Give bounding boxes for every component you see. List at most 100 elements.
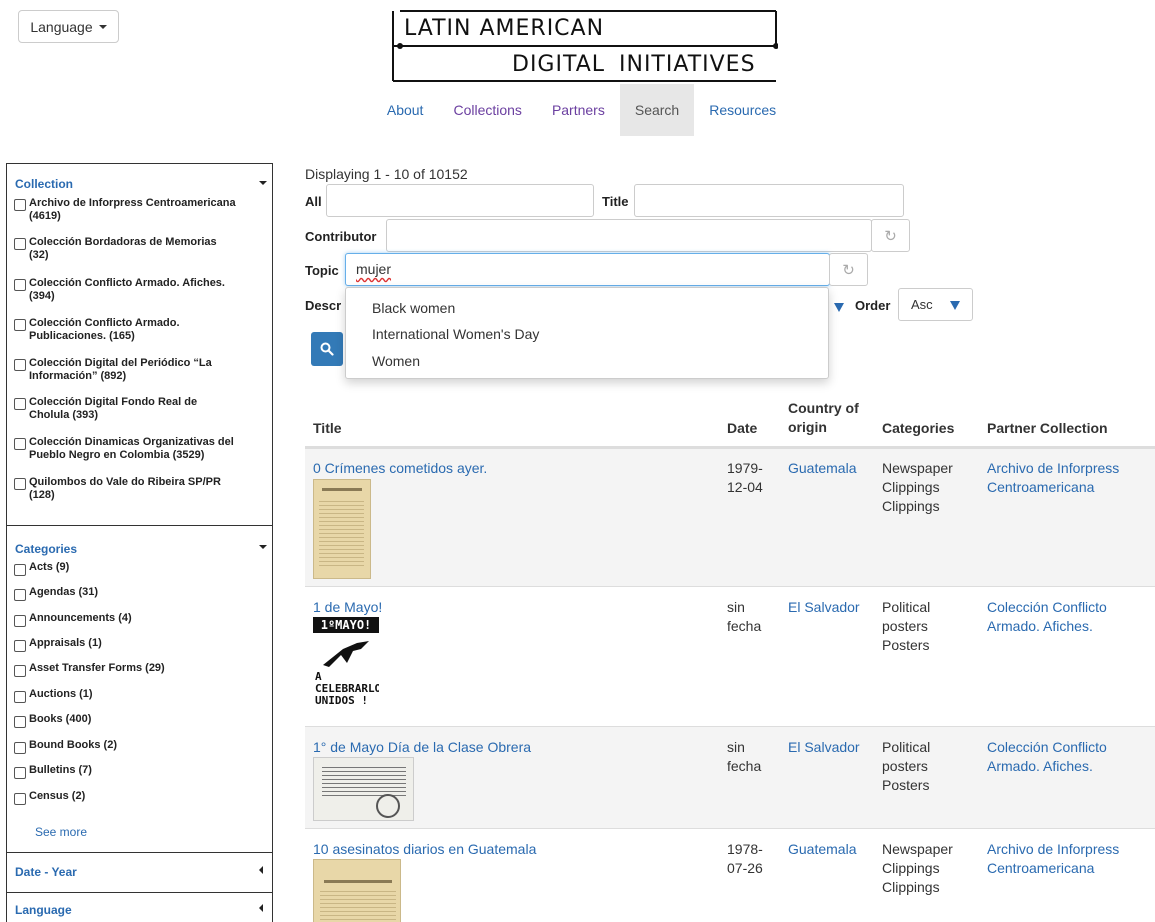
facet-item[interactable]: Acts (9) [14, 561, 264, 576]
facet-item[interactable]: Colección Conflicto Armado. Publicaciones… [14, 317, 264, 343]
checkbox[interactable] [14, 716, 26, 728]
checkbox[interactable] [14, 615, 26, 627]
checkbox[interactable] [14, 793, 26, 805]
order-select[interactable]: Asc [898, 288, 973, 321]
result-categories: Newspaper Clippings Clippings [882, 460, 953, 514]
date-year-facet-title[interactable]: Date - Year [15, 865, 77, 879]
topic-input[interactable]: mujer [345, 253, 830, 286]
table-row: 1° de Mayo Día de la Clase Obrera sin fec… [305, 726, 1155, 828]
result-partner-link[interactable]: Archivo de Inforpress Centroamericana [987, 459, 1119, 497]
checkbox[interactable] [14, 665, 26, 677]
order-select-value: Asc [911, 297, 933, 312]
facet-item[interactable]: Census (2) [14, 790, 264, 805]
facet-item[interactable]: Colección Bordadoras de Memorias (32) [14, 236, 264, 262]
facet-item[interactable]: Quilombos do Vale do Ribeira SP/PR (128) [14, 476, 264, 502]
checkbox[interactable] [14, 564, 26, 576]
caret-left-icon[interactable] [259, 866, 263, 874]
result-thumbnail[interactable]: 1ºMAYO! A CELEBRARLO UNIDOS ! [313, 617, 379, 719]
refresh-icon[interactable]: ↻ [871, 219, 910, 252]
title-input[interactable] [634, 184, 904, 217]
suggestion-item[interactable]: Women [372, 353, 420, 369]
checkbox[interactable] [14, 199, 26, 211]
caret-down-icon[interactable] [259, 545, 267, 549]
facet-item[interactable]: Colección Digital del Periódico “La Infor… [14, 357, 264, 383]
nav-partners[interactable]: Partners [537, 84, 620, 136]
title-label: Title [602, 194, 629, 209]
language-facet-title[interactable]: Language [15, 903, 72, 917]
categories-facet-panel: Categories Acts (9) Agendas (31) Announc… [7, 526, 272, 853]
checkbox[interactable] [14, 589, 26, 601]
language-facet-panel[interactable]: Language [7, 893, 272, 922]
categories-facet-title[interactable]: Categories [15, 542, 77, 556]
checkbox[interactable] [14, 238, 26, 250]
site-logo[interactable]: LATIN AMERICAN DIGITAL INITIATIVES [392, 10, 778, 82]
result-thumbnail[interactable] [313, 757, 414, 821]
caret-down-icon[interactable] [259, 181, 267, 185]
nav-search[interactable]: Search [619, 84, 695, 136]
result-partner-link[interactable]: Colección Conflicto Armado. Afiches. [987, 598, 1107, 636]
result-partner-link[interactable]: Archivo de Inforpress Centroamericana [987, 840, 1119, 878]
result-title-link[interactable]: 1 de Mayo! [313, 598, 382, 617]
topic-suggestions-dropdown: Black women International Women's Day Wo… [345, 287, 829, 379]
facet-item[interactable]: Announcements (4) [14, 612, 264, 627]
results-count: Displaying 1 - 10 of 10152 [305, 166, 468, 182]
checkbox[interactable] [14, 359, 26, 371]
search-button[interactable] [311, 332, 343, 366]
facet-item[interactable]: Colección Digital Fondo Real de Cholula (… [14, 396, 264, 422]
checkbox[interactable] [14, 279, 26, 291]
result-country-link[interactable]: Guatemala [788, 459, 856, 478]
contributor-input[interactable] [386, 219, 872, 252]
result-country-link[interactable]: El Salvador [788, 738, 860, 757]
description-select-caret[interactable] [829, 297, 849, 317]
checkbox[interactable] [14, 319, 26, 331]
table-row: 1 de Mayo! 1ºMAYO! A CELEBRARLO UNIDOS ! s… [305, 586, 1155, 726]
facet-item[interactable]: Auctions (1) [14, 688, 264, 703]
suggestion-item[interactable]: Black women [372, 300, 455, 316]
facet-item[interactable]: Appraisals (1) [14, 637, 264, 652]
facet-item[interactable]: Bound Books (2) [14, 739, 264, 754]
date-year-facet-panel[interactable]: Date - Year [7, 853, 272, 893]
logo-line-1: LATIN AMERICAN [404, 16, 605, 41]
topic-label: Topic [305, 263, 339, 278]
checkbox[interactable] [14, 640, 26, 652]
checkbox[interactable] [14, 398, 26, 410]
facet-item[interactable]: Agendas (31) [14, 586, 264, 601]
clipping-heading-mark [324, 880, 392, 883]
result-title-link[interactable]: 10 asesinatos diarios en Guatemala [313, 840, 536, 859]
facet-item[interactable]: Asset Transfer Forms (29) [14, 662, 264, 677]
nav-resources[interactable]: Resources [694, 84, 791, 136]
checkbox[interactable] [14, 691, 26, 703]
result-country-link[interactable]: Guatemala [788, 840, 856, 859]
suggestion-item[interactable]: International Women's Day [372, 326, 539, 342]
poster-text: A CELEBRARLO UNIDOS ! [315, 670, 379, 707]
all-input[interactable] [326, 184, 594, 217]
see-more-link[interactable]: See more [35, 825, 87, 839]
topic-input-value: mujer [356, 261, 392, 277]
result-date: sin fecha [727, 739, 762, 774]
facet-item[interactable]: Bulletins (7) [14, 764, 264, 779]
facet-item[interactable]: Colección Conflicto Armado. Afiches. (394… [14, 277, 264, 303]
result-thumbnail[interactable] [313, 859, 401, 922]
checkbox[interactable] [14, 438, 26, 450]
facet-item[interactable]: Books (400) [14, 713, 264, 728]
nav-collections[interactable]: Collections [438, 84, 536, 136]
language-dropdown-button[interactable]: Language [18, 10, 119, 43]
result-date: sin fecha [727, 599, 762, 634]
facet-item[interactable]: Archivo de Inforpress Centroamericana (46… [14, 197, 264, 223]
result-partner-link[interactable]: Colección Conflicto Armado. Afiches. [987, 738, 1107, 776]
column-header-country: Country of origin [788, 400, 859, 435]
caret-left-icon[interactable] [259, 904, 263, 912]
checkbox[interactable] [14, 478, 26, 490]
logo-line-2: DIGITAL INITIATIVES [512, 52, 756, 77]
checkbox[interactable] [14, 767, 26, 779]
checkbox[interactable] [14, 742, 26, 754]
result-thumbnail[interactable] [313, 479, 371, 579]
facet-item[interactable]: Colección Dinamicas Organizativas del Pue… [14, 436, 264, 462]
refresh-icon[interactable]: ↻ [829, 253, 868, 286]
nav-about[interactable]: About [372, 84, 439, 136]
collection-facet-title[interactable]: Collection [15, 177, 73, 191]
caret-down-icon [98, 24, 107, 29]
result-title-link[interactable]: 1° de Mayo Día de la Clase Obrera [313, 738, 531, 757]
result-title-link[interactable]: 0 Crímenes cometidos ayer. [313, 459, 487, 478]
result-country-link[interactable]: El Salvador [788, 598, 860, 617]
